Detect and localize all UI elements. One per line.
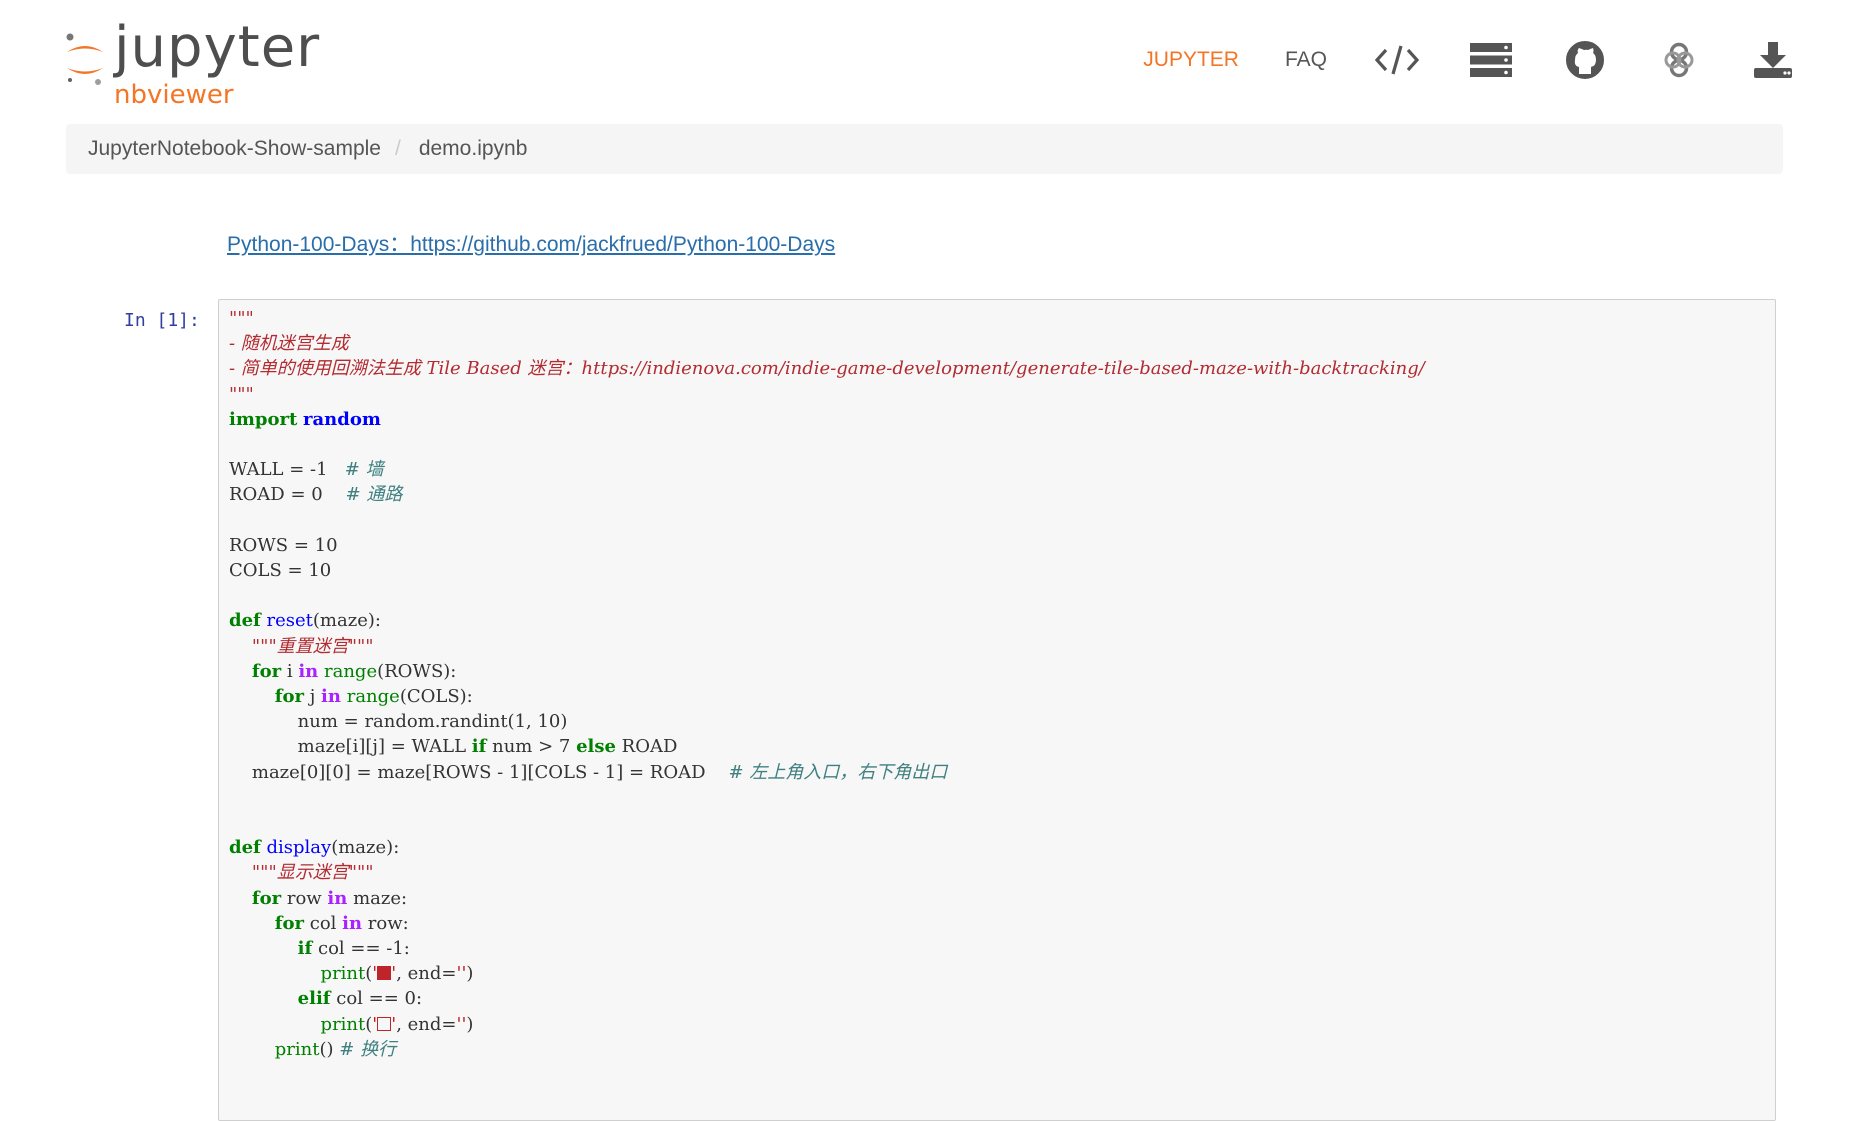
code-source: """ - 随机迷宫生成 - 简单的使用回溯法生成 Tile Based 迷宫：… bbox=[229, 306, 1425, 1062]
logo-subtitle: nbviewer bbox=[114, 80, 234, 110]
code-view-icon[interactable] bbox=[1373, 36, 1421, 84]
code-line: maze[0][0] = maze[ROWS - 1][COLS - 1] = … bbox=[229, 762, 947, 783]
breadcrumb-repo-link[interactable]: JupyterNotebook-Show-sample bbox=[66, 137, 381, 161]
code-line: WALL = -1 # 墙 bbox=[229, 459, 384, 480]
code-line: - 随机迷宫生成 bbox=[229, 333, 349, 354]
binder-icon[interactable] bbox=[1655, 36, 1703, 84]
code-line: """显示迷宫""" bbox=[229, 862, 374, 883]
wall-square-glyph bbox=[377, 966, 391, 980]
breadcrumb-current-file: demo.ipynb bbox=[415, 137, 528, 161]
markdown-repo-link[interactable]: Python-100-Days：https://github.com/jackf… bbox=[227, 228, 835, 258]
code-line: """ bbox=[229, 308, 254, 329]
code-line: for i in range(ROWS): bbox=[229, 661, 456, 682]
jupyter-logo-icon bbox=[64, 28, 106, 88]
breadcrumb-separator: / bbox=[381, 137, 415, 161]
breadcrumb: JupyterNotebook-Show-sample / demo.ipynb bbox=[66, 124, 1783, 174]
code-line: for row in maze: bbox=[229, 888, 407, 909]
code-line: import random bbox=[229, 409, 381, 430]
code-line: print('', end='') bbox=[229, 1014, 473, 1035]
code-line: """重置迷宫""" bbox=[229, 636, 374, 657]
code-line: ROWS = 10 bbox=[229, 535, 338, 556]
code-line: """ bbox=[229, 384, 254, 405]
code-line: def display(maze): bbox=[229, 837, 399, 858]
code-line: for col in row: bbox=[229, 913, 409, 934]
code-line: - 简单的使用回溯法生成 Tile Based 迷宫：https://indie… bbox=[229, 358, 1425, 379]
site-header: jupyter nbviewer JUPYTER FAQ bbox=[0, 0, 1859, 120]
code-line: elif col == 0: bbox=[229, 988, 422, 1009]
road-square-glyph bbox=[377, 1017, 391, 1031]
code-line: num = random.randint(1, 10) bbox=[229, 711, 567, 732]
cell-input-prompt: In [1]: bbox=[124, 310, 200, 331]
nav-faq-link[interactable]: FAQ bbox=[1285, 48, 1327, 72]
top-nav: JUPYTER FAQ bbox=[1143, 36, 1797, 84]
code-line: COLS = 10 bbox=[229, 560, 331, 581]
code-line: def reset(maze): bbox=[229, 610, 381, 631]
code-line: print() # 换行 bbox=[229, 1039, 396, 1060]
code-line: ROAD = 0 # 通路 bbox=[229, 484, 402, 505]
code-line: if col == -1: bbox=[229, 938, 410, 959]
github-icon[interactable] bbox=[1561, 36, 1609, 84]
server-icon[interactable] bbox=[1467, 36, 1515, 84]
code-line: print('', end='') bbox=[229, 963, 473, 984]
nav-jupyter-link[interactable]: JUPYTER bbox=[1143, 48, 1239, 72]
code-line: maze[i][j] = WALL if num > 7 else ROAD bbox=[229, 736, 677, 757]
code-cell[interactable]: """ - 随机迷宫生成 - 简单的使用回溯法生成 Tile Based 迷宫：… bbox=[218, 299, 1776, 1121]
download-icon[interactable] bbox=[1749, 36, 1797, 84]
code-line: for j in range(COLS): bbox=[229, 686, 473, 707]
logo-wordmark: jupyter bbox=[114, 20, 320, 76]
nbviewer-logo[interactable]: jupyter nbviewer bbox=[64, 18, 324, 108]
